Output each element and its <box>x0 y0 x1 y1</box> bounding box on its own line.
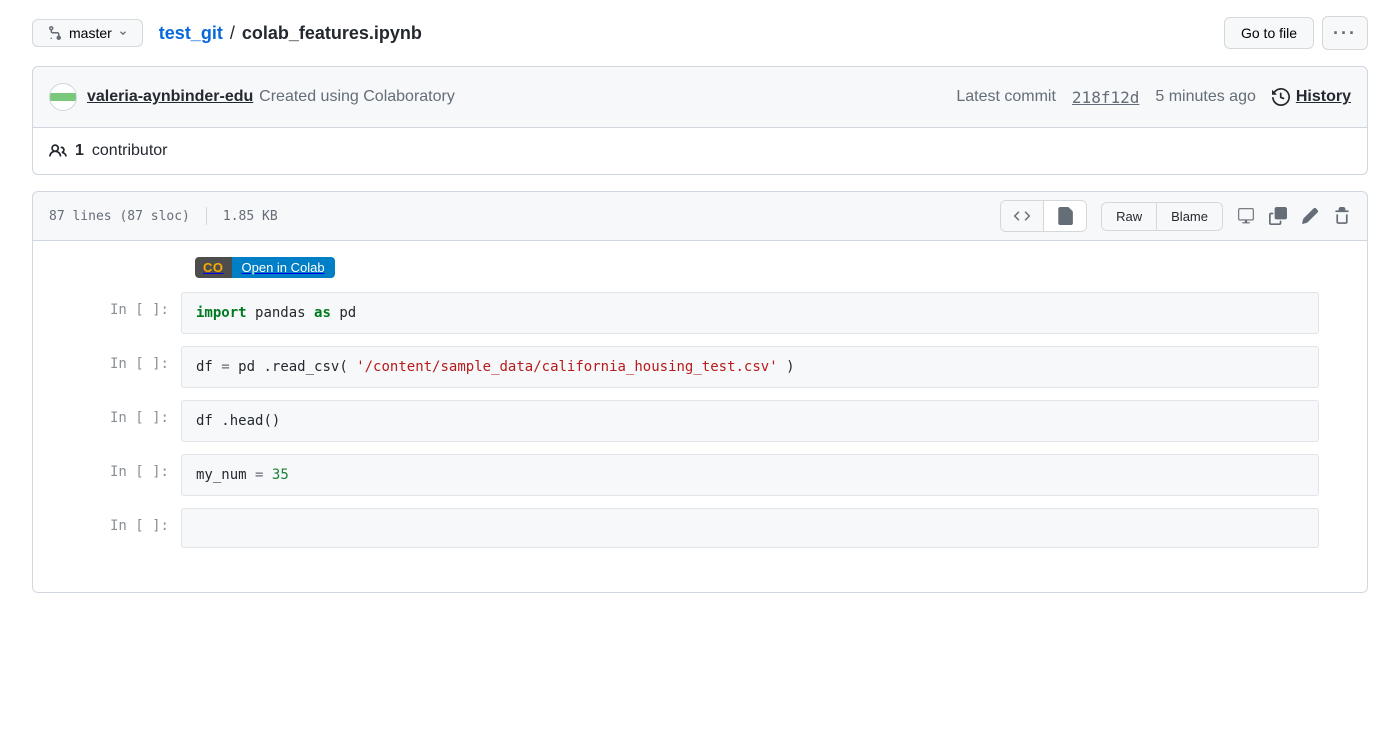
cell-content: df .head() <box>181 400 1319 442</box>
branch-name: master <box>69 25 112 41</box>
cell-prompt: In [ ]: <box>81 508 181 548</box>
commit-time: 5 minutes ago <box>1155 88 1256 106</box>
contributor-label: contributor <box>92 142 168 160</box>
contributors-bar: 1 contributor <box>32 128 1368 175</box>
commit-meta-group: Latest commit 218f12d 5 minutes ago Hist… <box>956 88 1351 107</box>
history-icon <box>1272 88 1290 106</box>
more-options-button[interactable]: ··· <box>1322 16 1368 50</box>
go-to-file-button[interactable]: Go to file <box>1224 17 1314 49</box>
breadcrumb-separator: / <box>230 23 235 43</box>
cell-prompt: In [ ]: <box>81 454 181 496</box>
trash-icon[interactable] <box>1333 207 1351 225</box>
desktop-icon[interactable] <box>1237 207 1255 225</box>
file-actions: Raw Blame <box>1000 200 1351 232</box>
commit-sha[interactable]: 218f12d <box>1072 88 1139 107</box>
file-toolbar: 87 lines (87 sloc) 1.85 KB Raw Blame <box>32 191 1368 241</box>
branch-icon <box>47 25 63 41</box>
file-body: CO Open in Colab In [ ]: import pandas a… <box>32 241 1368 593</box>
file-icon <box>1056 207 1074 225</box>
file-info: 87 lines (87 sloc) 1.85 KB <box>49 207 278 225</box>
history-link[interactable]: History <box>1272 88 1351 106</box>
source-view-button[interactable] <box>1001 201 1044 231</box>
file-lines: 87 lines (87 sloc) <box>49 209 190 224</box>
breadcrumb-group: master test_git / colab_features.ipynb <box>32 19 422 47</box>
file-name: colab_features.ipynb <box>242 23 422 43</box>
kebab-icon: ··· <box>1333 24 1357 42</box>
cell-content <box>181 508 1319 548</box>
cell-content: import pandas as pd <box>181 292 1319 334</box>
cell-prompt: In [ ]: <box>81 292 181 334</box>
commit-info-bar: valeria-aynbinder-edu Created using Cola… <box>32 66 1368 128</box>
raw-button[interactable]: Raw <box>1102 203 1157 230</box>
raw-blame-group: Raw Blame <box>1101 202 1223 231</box>
colab-logo: CO <box>195 257 232 278</box>
notebook-cell: In [ ]: my_num = 35 <box>81 454 1319 496</box>
notebook-cell: In [ ]: df .head() <box>81 400 1319 442</box>
branch-select-button[interactable]: master <box>32 19 143 47</box>
rendered-view-button[interactable] <box>1044 201 1086 231</box>
top-actions: Go to file ··· <box>1224 16 1368 50</box>
blame-button[interactable]: Blame <box>1157 203 1222 230</box>
history-label: History <box>1296 88 1351 106</box>
people-icon <box>49 142 67 160</box>
divider <box>206 207 207 225</box>
commit-message[interactable]: Created using Colaboratory <box>259 88 455 105</box>
code-icon <box>1013 207 1031 225</box>
file-size: 1.85 KB <box>223 209 278 224</box>
cell-content: df = pd .read_csv( '/content/sample_data… <box>181 346 1319 388</box>
cell-content: my_num = 35 <box>181 454 1319 496</box>
edit-icon[interactable] <box>1301 207 1319 225</box>
breadcrumb: test_git / colab_features.ipynb <box>159 23 422 44</box>
open-in-colab-badge[interactable]: CO Open in Colab <box>195 257 335 278</box>
cell-prompt: In [ ]: <box>81 400 181 442</box>
top-row: master test_git / colab_features.ipynb G… <box>32 16 1368 50</box>
notebook-cell: In [ ]: import pandas as pd <box>81 292 1319 334</box>
commit-author-group: valeria-aynbinder-edu Created using Cola… <box>49 83 455 111</box>
author-link[interactable]: valeria-aynbinder-edu <box>87 88 253 105</box>
latest-commit-label: Latest commit <box>956 88 1056 106</box>
avatar[interactable] <box>49 83 77 111</box>
copy-icon[interactable] <box>1269 207 1287 225</box>
colab-text: Open in Colab <box>232 257 335 278</box>
contributor-count: 1 <box>75 142 84 160</box>
chevron-down-icon <box>118 28 128 38</box>
view-mode-group <box>1000 200 1087 232</box>
notebook-cell: In [ ]: df = pd .read_csv( '/content/sam… <box>81 346 1319 388</box>
repo-link[interactable]: test_git <box>159 23 223 43</box>
cell-prompt: In [ ]: <box>81 346 181 388</box>
notebook-cell: In [ ]: <box>81 508 1319 548</box>
